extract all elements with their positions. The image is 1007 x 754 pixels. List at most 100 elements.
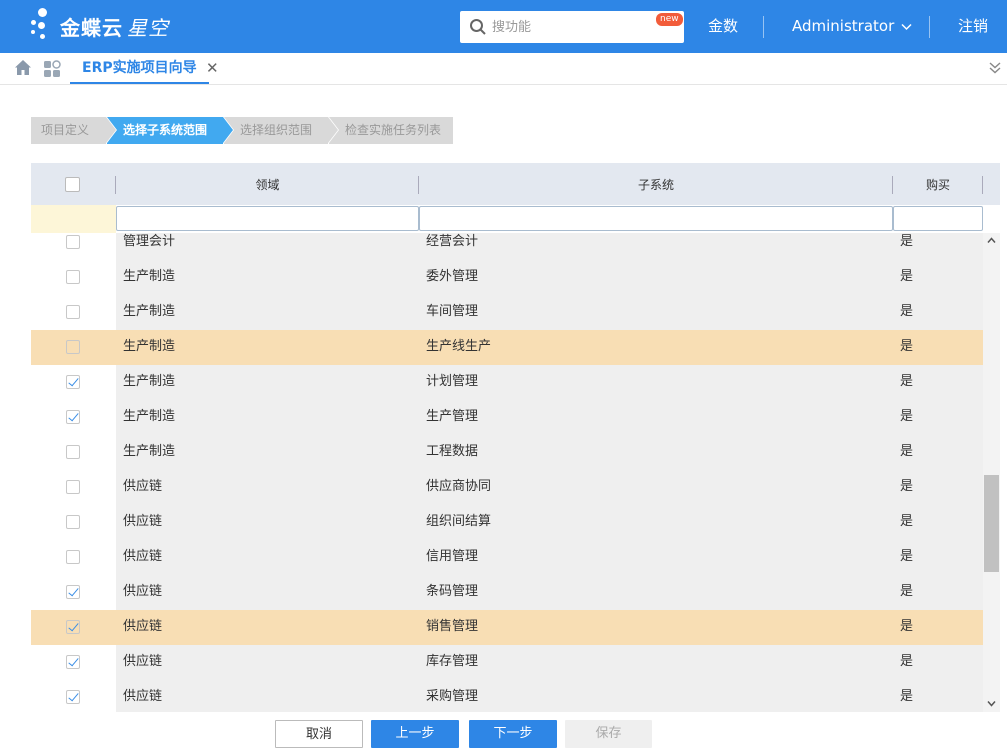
table-row[interactable]: 生产制造 计划管理 是 (31, 365, 983, 400)
cell-domain: 供应链 (123, 479, 163, 494)
search-input[interactable] (492, 17, 652, 37)
nav-jinshu[interactable]: 金数 (708, 0, 738, 53)
cell-subsystem: 采购管理 (426, 689, 479, 704)
row-checkbox[interactable] (66, 375, 80, 389)
cell-purchased: 是 (900, 584, 914, 599)
cancel-button[interactable]: 取消 (275, 720, 363, 748)
cell-subsystem: 计划管理 (426, 374, 479, 389)
scroll-up-icon[interactable] (986, 235, 997, 246)
row-checkbox[interactable] (66, 305, 80, 319)
table-row[interactable]: 供应链 条码管理 是 (31, 575, 983, 610)
cell-purchased: 是 (900, 514, 914, 529)
cell-domain: 生产制造 (123, 374, 176, 389)
cell-purchased: 是 (900, 444, 914, 459)
previous-step-button[interactable]: 上一步 (371, 720, 459, 748)
cell-subsystem: 销售管理 (426, 619, 479, 634)
subsystem-grid: 领域 子系统 购买 管理会计 经营会计是生产制造 委外管理是生产制造 车间管理是生产制… (31, 163, 1000, 712)
row-checkbox[interactable] (66, 690, 80, 704)
cell-subsystem: 条码管理 (426, 584, 479, 599)
select-all-checkbox[interactable] (65, 177, 80, 192)
apps-grid-icon[interactable] (43, 60, 61, 78)
cell-subsystem: 供应商协同 (426, 479, 492, 494)
column-header-purchased[interactable]: 购买 (893, 163, 983, 205)
row-checkbox[interactable] (66, 480, 80, 494)
search-icon[interactable] (469, 18, 487, 36)
user-name: Administrator (792, 17, 895, 35)
step-label: 选择组织范围 (240, 123, 313, 137)
step-check-tasks: 检查实施任务列表 (329, 117, 453, 144)
table-row[interactable]: 供应链 组织间结算 是 (31, 505, 983, 540)
nav-user-menu[interactable]: Administrator (792, 0, 912, 53)
cell-domain: 生产制造 (123, 304, 176, 319)
table-row[interactable]: 生产制造 工程数据 是 (31, 435, 983, 470)
column-header-domain[interactable]: 领域 (116, 163, 419, 205)
home-icon[interactable] (14, 59, 32, 77)
table-row[interactable]: 供应链 采购管理 是 (31, 680, 983, 712)
cell-subsystem: 组织间结算 (426, 514, 492, 529)
filter-subsystem-input[interactable] (419, 206, 893, 231)
row-checkbox[interactable] (66, 235, 80, 249)
tab-bar: ERP实施项目向导 ✕ (0, 53, 1007, 85)
tab-erp-wizard[interactable]: ERP实施项目向导 (70, 53, 209, 84)
next-step-button[interactable]: 下一步 (469, 720, 557, 748)
cell-purchased: 是 (900, 269, 914, 284)
double-chevron-down-icon[interactable] (988, 61, 1002, 75)
table-row[interactable]: 生产制造 生产线生产 是 (31, 330, 983, 365)
cell-domain: 供应链 (123, 549, 163, 564)
save-button[interactable]: 保存 (565, 720, 652, 748)
cell-subsystem: 经营会计 (426, 234, 479, 249)
brand-title: 金蝶云 星空 (60, 12, 169, 41)
cell-purchased: 是 (900, 689, 914, 704)
nav-divider (929, 16, 930, 38)
cell-subsystem: 车间管理 (426, 304, 479, 319)
step-project-definition: 项目定义 (31, 117, 116, 144)
table-row[interactable]: 供应链 库存管理 是 (31, 645, 983, 680)
function-search-box[interactable] (460, 11, 684, 43)
row-checkbox[interactable] (66, 550, 80, 564)
grid-scrollbar[interactable] (983, 233, 1000, 712)
chevron-down-icon (901, 23, 912, 30)
table-row[interactable]: 生产制造 生产管理 是 (31, 400, 983, 435)
cell-subsystem: 信用管理 (426, 549, 479, 564)
table-row[interactable]: 生产制造 车间管理 是 (31, 295, 983, 330)
row-checkbox[interactable] (66, 340, 80, 354)
logout-link[interactable]: 注销 (958, 0, 988, 53)
row-checkbox[interactable] (66, 410, 80, 424)
cell-domain: 生产制造 (123, 269, 176, 284)
cell-purchased: 是 (900, 374, 914, 389)
step-select-org: 选择组织范围 (224, 117, 338, 144)
cell-purchased: 是 (900, 549, 914, 564)
cell-domain: 供应链 (123, 689, 163, 704)
table-row[interactable]: 供应链 供应商协同 是 (31, 470, 983, 505)
cell-subsystem: 工程数据 (426, 444, 479, 459)
cell-purchased: 是 (900, 409, 914, 424)
new-badge: new (656, 13, 683, 26)
cell-domain: 供应链 (123, 514, 163, 529)
row-checkbox[interactable] (66, 620, 80, 634)
row-checkbox[interactable] (66, 270, 80, 284)
row-checkbox[interactable] (66, 515, 80, 529)
table-row[interactable]: 供应链 销售管理 是 (31, 610, 983, 645)
cell-domain: 生产制造 (123, 444, 176, 459)
cell-subsystem: 生产管理 (426, 409, 479, 424)
cell-domain: 供应链 (123, 584, 163, 599)
cell-purchased: 是 (900, 654, 914, 669)
cell-subsystem: 库存管理 (426, 654, 479, 669)
table-row[interactable]: 管理会计 经营会计 是 (31, 233, 983, 260)
scrollbar-thumb[interactable] (984, 475, 999, 572)
scroll-down-icon[interactable] (986, 698, 997, 709)
cell-purchased: 是 (900, 339, 914, 354)
cell-domain: 管理会计 (123, 234, 176, 249)
table-row[interactable]: 供应链 信用管理 是 (31, 540, 983, 575)
row-checkbox[interactable] (66, 655, 80, 669)
row-checkbox[interactable] (66, 445, 80, 459)
filter-purchased-input[interactable] (893, 206, 983, 231)
cell-domain: 生产制造 (123, 339, 176, 354)
close-icon[interactable]: ✕ (206, 60, 219, 76)
row-checkbox[interactable] (66, 585, 80, 599)
filter-row (31, 205, 1000, 233)
column-header-subsystem[interactable]: 子系统 (419, 163, 893, 205)
table-row[interactable]: 生产制造 委外管理 是 (31, 260, 983, 295)
cell-domain: 供应链 (123, 654, 163, 669)
filter-domain-input[interactable] (116, 206, 419, 231)
